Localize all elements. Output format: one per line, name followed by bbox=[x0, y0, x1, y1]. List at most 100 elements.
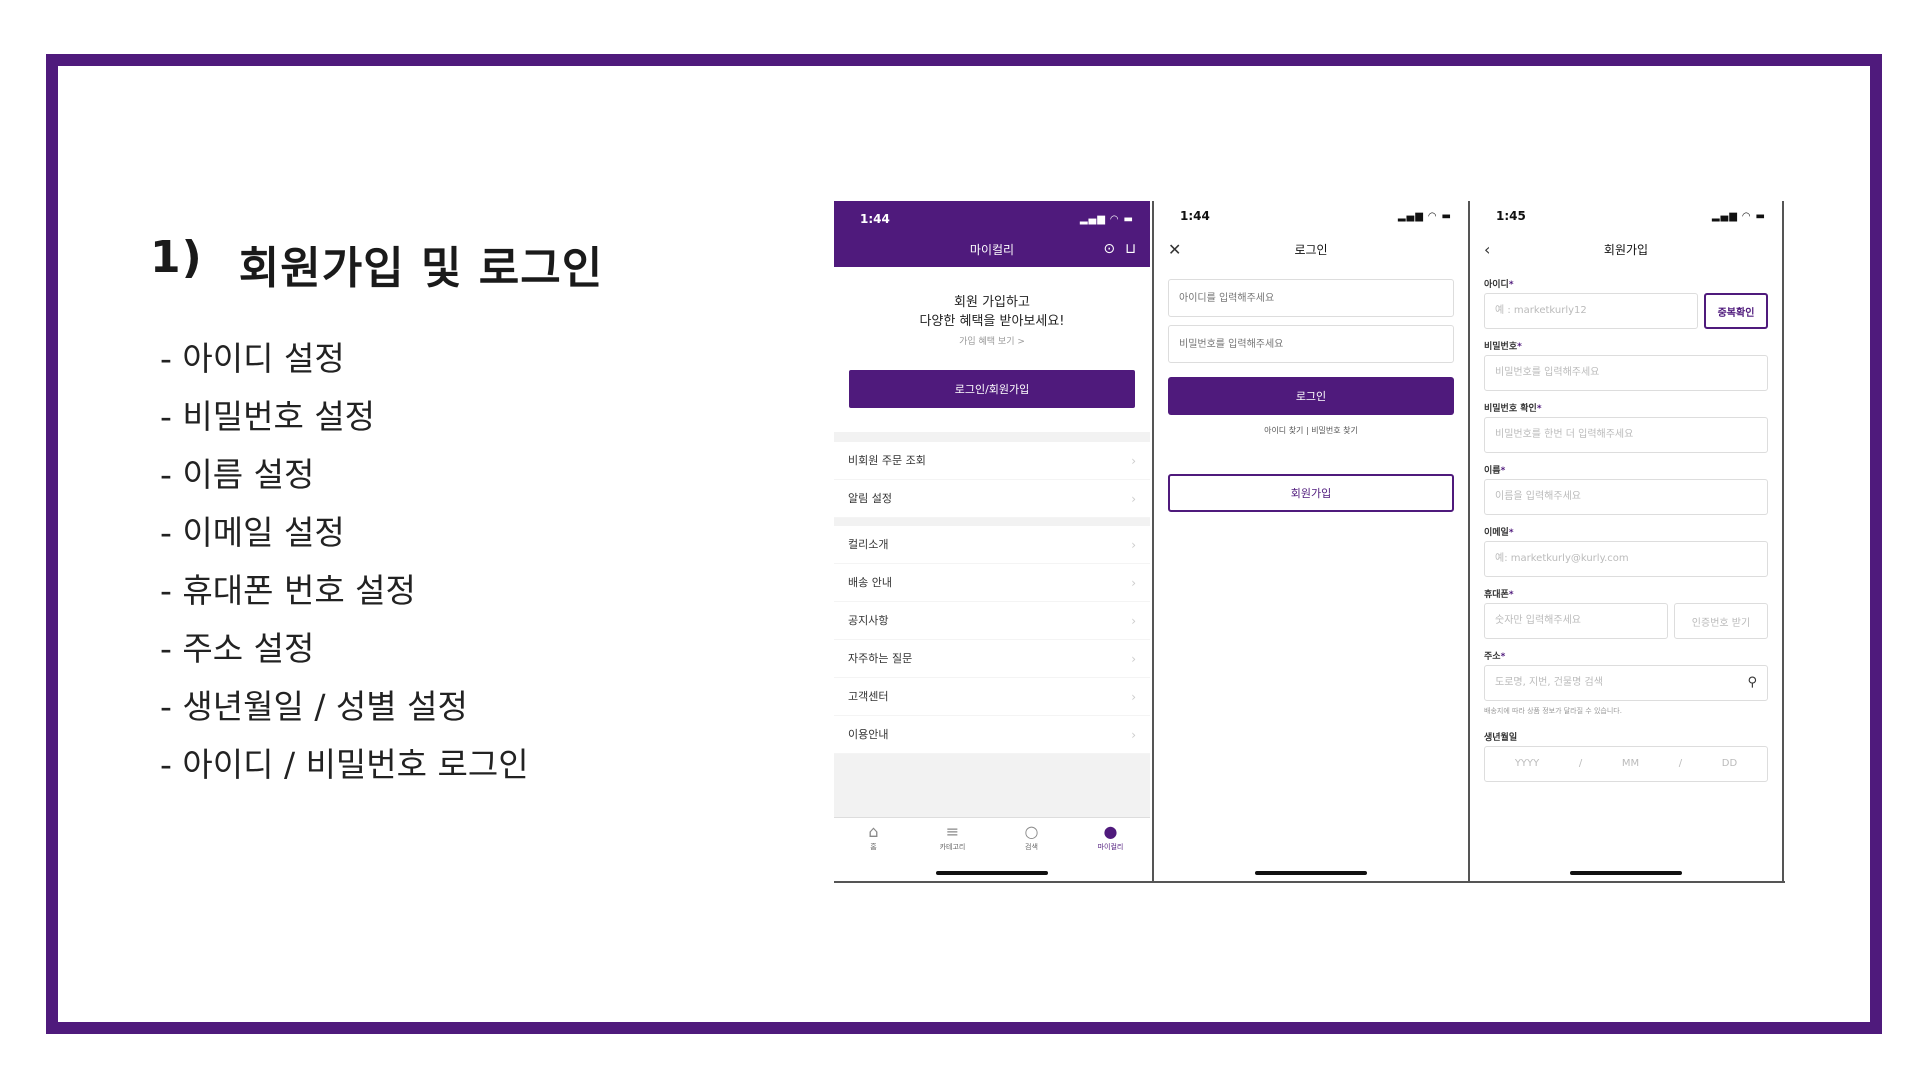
password-label: 비밀번호* bbox=[1484, 339, 1768, 355]
birth-year: YYYY bbox=[1514, 758, 1540, 769]
status-time: 1:44 bbox=[1180, 209, 1210, 223]
label-text: 생년월일 bbox=[1484, 733, 1518, 743]
mykurly-screen: 1:44 ▂▄▆ ◠ ▬ 마이컬리 ⊙ ⊔ 회원 가입하고 다양한 혜택을 받아… bbox=[834, 201, 1150, 881]
id-input[interactable] bbox=[1168, 279, 1454, 317]
mykurly-title-bar: 마이컬리 ⊙ ⊔ bbox=[834, 231, 1150, 267]
status-time: 1:44 bbox=[860, 212, 890, 226]
phone-field[interactable]: 숫자만 입력해주세요 bbox=[1484, 603, 1668, 639]
required-mark: * bbox=[1508, 280, 1514, 290]
address-placeholder: 도로명, 지번, 건물명 검색 bbox=[1495, 677, 1603, 688]
id-field[interactable]: 예 : marketkurly12 bbox=[1484, 293, 1698, 329]
slide-title: 1) 회원가입 및 로그인 bbox=[150, 232, 603, 296]
request-code-button[interactable]: 인증번호 받기 bbox=[1674, 603, 1768, 639]
tab-label: 마이컬리 bbox=[1097, 843, 1124, 851]
menu-label: 고객센터 bbox=[848, 690, 889, 703]
signup-title: 회원가입 bbox=[1603, 242, 1649, 257]
address-row: 도로명, 지번, 건물명 검색 ⚲ bbox=[1484, 665, 1768, 701]
signup-screen: 1:45 ▂▄▆ ◠ ▬ ‹ 회원가입 아이디* 예 : marketkurly… bbox=[1468, 201, 1784, 881]
benefit-link[interactable]: 가입 혜택 보기 > bbox=[834, 333, 1150, 352]
duplicate-check-button[interactable]: 중복확인 bbox=[1704, 293, 1768, 329]
status-icons: ▂▄▆ ◠ ▬ bbox=[1397, 210, 1452, 222]
required-mark: * bbox=[1500, 652, 1506, 662]
chevron-right-icon: › bbox=[1131, 652, 1136, 666]
chevron-right-icon: › bbox=[1131, 690, 1136, 704]
menu-item-notice[interactable]: 공지사항 › bbox=[834, 602, 1150, 640]
menu-item-guest-order[interactable]: 비회원 주문 조회 › bbox=[834, 442, 1150, 480]
feature-item: - 아이디 / 비밀번호 로그인 bbox=[160, 745, 529, 784]
address-search-field[interactable]: 도로명, 지번, 건물명 검색 ⚲ bbox=[1484, 665, 1768, 701]
menu-label: 알림 설정 bbox=[848, 492, 892, 505]
address-note: 배송지에 따라 상품 정보가 달라질 수 있습니다. bbox=[1484, 707, 1622, 715]
menu-item-notifications[interactable]: 알림 설정 › bbox=[834, 480, 1150, 518]
section-title: 회원가입 및 로그인 bbox=[238, 243, 604, 294]
menu-item-faq[interactable]: 자주하는 질문 › bbox=[834, 640, 1150, 678]
feature-list: - 아이디 설정 - 비밀번호 설정 - 이름 설정 - 이메일 설정 - 휴대… bbox=[160, 330, 529, 794]
birth-separator: / bbox=[1678, 758, 1683, 769]
label-text: 비밀번호 확인 bbox=[1484, 404, 1537, 414]
birthdate-field[interactable]: YYYY / MM / DD bbox=[1484, 746, 1768, 782]
menu-item-about[interactable]: 컬리소개 › bbox=[834, 526, 1150, 564]
header-actions: ⊙ ⊔ bbox=[1103, 241, 1136, 257]
status-time: 1:45 bbox=[1496, 209, 1526, 223]
menu-item-support[interactable]: 고객센터 › bbox=[834, 678, 1150, 716]
password-row: 비밀번호를 입력해주세요 bbox=[1484, 355, 1768, 391]
chevron-right-icon: › bbox=[1131, 454, 1136, 468]
promo-line2: 다양한 혜택을 받아보세요! bbox=[919, 314, 1065, 329]
feature-item: - 이름 설정 bbox=[160, 455, 315, 494]
section-number: 1) bbox=[150, 232, 203, 283]
chevron-right-icon: › bbox=[1131, 576, 1136, 590]
birth-month: MM bbox=[1621, 758, 1640, 769]
feature-item: - 이메일 설정 bbox=[160, 513, 345, 552]
chevron-right-icon: › bbox=[1131, 614, 1136, 628]
home-indicator bbox=[1255, 871, 1367, 875]
password-confirm-label: 비밀번호 확인* bbox=[1484, 401, 1768, 417]
cart-icon[interactable]: ⊔ bbox=[1125, 241, 1136, 257]
mykurly-title: 마이컬리 bbox=[969, 242, 1015, 257]
promo-line1: 회원 가입하고 bbox=[954, 295, 1030, 310]
tab-label: 카테고리 bbox=[939, 843, 966, 851]
label-text: 이메일 bbox=[1484, 528, 1509, 538]
slide-heading: 1) 회원가입 및 로그인 bbox=[150, 232, 603, 296]
login-signup-button[interactable]: 로그인/회원가입 bbox=[849, 370, 1135, 408]
id-label: 아이디* bbox=[1484, 277, 1768, 293]
login-title-bar: ✕ 로그인 bbox=[1154, 231, 1468, 267]
address-label: 주소* bbox=[1484, 649, 1768, 665]
search-icon: ○ bbox=[1024, 822, 1039, 841]
required-mark: * bbox=[1536, 404, 1542, 414]
email-field[interactable]: 예: marketkurly@kurly.com bbox=[1484, 541, 1768, 577]
location-icon[interactable]: ⊙ bbox=[1103, 241, 1115, 257]
feature-item: - 휴대폰 번호 설정 bbox=[160, 571, 416, 610]
password-confirm-field[interactable]: 비밀번호를 한번 더 입력해주세요 bbox=[1484, 417, 1768, 453]
status-icons: ▂▄▆ ◠ ▬ bbox=[1079, 213, 1134, 225]
menu-item-delivery[interactable]: 배송 안내 › bbox=[834, 564, 1150, 602]
menu-item-guide[interactable]: 이용안내 › bbox=[834, 716, 1150, 754]
menu-label: 컬리소개 bbox=[848, 538, 889, 551]
tab-home[interactable]: ⌂ 홈 bbox=[844, 822, 904, 881]
name-field[interactable]: 이름을 입력해주세요 bbox=[1484, 479, 1768, 515]
id-row: 예 : marketkurly12 중복확인 bbox=[1484, 293, 1768, 329]
close-icon[interactable]: ✕ bbox=[1168, 240, 1181, 259]
bottom-tab-bar: ⌂ 홈 ≡ 카테고리 ○ 검색 ● 마이컬리 bbox=[834, 817, 1150, 881]
signup-button[interactable]: 회원가입 bbox=[1168, 474, 1454, 512]
birth-label: 생년월일 bbox=[1484, 730, 1768, 746]
password-input[interactable] bbox=[1168, 325, 1454, 363]
section-divider bbox=[834, 518, 1150, 526]
menu-icon: ≡ bbox=[945, 822, 960, 841]
search-icon[interactable]: ⚲ bbox=[1747, 666, 1757, 700]
menu-label: 비회원 주문 조회 bbox=[848, 454, 926, 467]
login-button[interactable]: 로그인 bbox=[1168, 377, 1454, 415]
find-account-links[interactable]: 아이디 찾기 | 비밀번호 찾기 bbox=[1154, 425, 1468, 436]
password-confirm-row: 비밀번호를 한번 더 입력해주세요 bbox=[1484, 417, 1768, 453]
tab-mykurly[interactable]: ● 마이컬리 bbox=[1081, 822, 1141, 881]
status-bar: 1:44 ▂▄▆ ◠ ▬ bbox=[834, 201, 1150, 231]
birth-day: DD bbox=[1721, 758, 1738, 769]
name-row: 이름을 입력해주세요 bbox=[1484, 479, 1768, 515]
section-divider bbox=[834, 432, 1150, 442]
phone-screenshots: 1:44 ▂▄▆ ◠ ▬ 마이컬리 ⊙ ⊔ 회원 가입하고 다양한 혜택을 받아… bbox=[834, 201, 1785, 883]
back-icon[interactable]: ‹ bbox=[1484, 240, 1490, 259]
password-field[interactable]: 비밀번호를 입력해주세요 bbox=[1484, 355, 1768, 391]
email-row: 예: marketkurly@kurly.com bbox=[1484, 541, 1768, 577]
chevron-right-icon: › bbox=[1131, 728, 1136, 742]
menu-label: 공지사항 bbox=[848, 614, 889, 627]
menu-label: 자주하는 질문 bbox=[848, 652, 913, 665]
